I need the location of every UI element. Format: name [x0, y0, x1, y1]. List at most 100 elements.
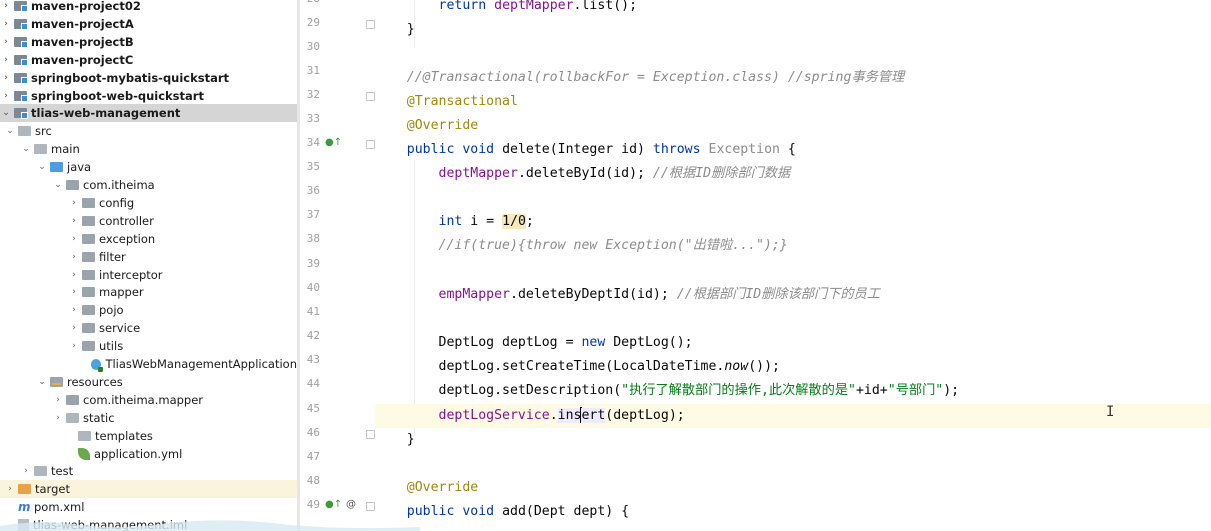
- chevron-down-icon[interactable]: ⌄: [0, 108, 12, 118]
- code-editor[interactable]: return deptMapper.list(); } //@Transacti…: [375, 0, 1211, 531]
- module-folder-icon: [14, 36, 28, 48]
- tree-item[interactable]: › maven-projectA: [0, 15, 297, 33]
- fold-start-icon[interactable]: [366, 140, 375, 149]
- tree-item-label: utils: [99, 339, 124, 354]
- tree-item[interactable]: › static: [0, 409, 297, 427]
- tree-item[interactable]: › interceptor: [0, 266, 297, 284]
- tree-item[interactable]: › maven-project02: [0, 0, 297, 15]
- tree-item[interactable]: › filter: [0, 248, 297, 266]
- spring-class-icon: [90, 358, 104, 372]
- chevron-right-icon[interactable]: ›: [68, 216, 80, 226]
- tree-item[interactable]: ⌄ resources: [0, 373, 297, 391]
- tree-item[interactable]: › springboot-mybatis-quickstart: [0, 69, 297, 87]
- annotation-marker-icon[interactable]: @: [346, 499, 356, 510]
- package-icon: [82, 197, 95, 208]
- chevron-down-icon[interactable]: ⌄: [52, 180, 64, 190]
- tree-item[interactable]: application.yml: [0, 445, 297, 463]
- chevron-right-icon[interactable]: ›: [68, 198, 80, 208]
- line-number: 33: [306, 112, 320, 125]
- tree-item[interactable]: › controller: [0, 212, 297, 230]
- tree-item-label: springboot-mybatis-quickstart: [31, 70, 230, 85]
- chevron-right-icon[interactable]: ›: [68, 252, 80, 262]
- mouse-ibeam-cursor-icon: I: [1106, 404, 1115, 420]
- project-tree-panel: › maven-project02 › maven-projectA › maven-pr…: [0, 0, 297, 531]
- tree-item[interactable]: ⌄ main: [0, 140, 297, 158]
- chevron-right-icon[interactable]: ›: [20, 466, 32, 476]
- chevron-right-icon[interactable]: ›: [52, 413, 64, 423]
- tree-item[interactable]: TliasWebManagementApplication: [0, 355, 297, 373]
- chevron-right-icon[interactable]: ›: [68, 305, 80, 315]
- override-marker-icon[interactable]: ●↑: [325, 137, 342, 148]
- chevron-right-icon[interactable]: ›: [0, 1, 12, 11]
- tree-item[interactable]: ⌄ tlias-web-management: [0, 104, 297, 123]
- tree-item-label: service: [99, 321, 141, 336]
- tree-item[interactable]: › pojo: [0, 301, 297, 319]
- override-marker-icon[interactable]: ●↑: [325, 499, 342, 510]
- editor-gutter: 28 29 30 31 32 33 34 35 36 37 38 39 40 41 42 43 44 45 46 47…: [300, 0, 375, 531]
- chevron-right-icon[interactable]: ›: [0, 19, 12, 29]
- line-number: 45: [306, 402, 320, 415]
- folder-icon: [18, 126, 31, 137]
- tree-item[interactable]: › test: [0, 462, 297, 480]
- tree-item[interactable]: templates: [0, 427, 297, 445]
- tree-item[interactable]: › mapper: [0, 283, 297, 301]
- line-number: 35: [306, 160, 320, 173]
- tree-item[interactable]: › springboot-web-quickstart: [0, 87, 297, 105]
- tree-item[interactable]: m pom.xml: [0, 498, 297, 516]
- tree-item[interactable]: ⌄ java: [0, 158, 297, 176]
- chevron-right-icon[interactable]: ›: [68, 323, 80, 333]
- code-line-38: //if(true){throw new Exception("出错啦...")…: [438, 238, 788, 253]
- tree-item[interactable]: › exception: [0, 230, 297, 248]
- chevron-down-icon[interactable]: ⌄: [36, 377, 48, 387]
- chevron-right-icon[interactable]: ›: [0, 91, 12, 101]
- chevron-right-icon[interactable]: ›: [68, 270, 80, 280]
- tree-item[interactable]: › com.itheima.mapper: [0, 391, 297, 409]
- chevron-right-icon[interactable]: ›: [52, 395, 64, 405]
- tree-item[interactable]: ⌄ com.itheima: [0, 176, 297, 194]
- line-number: 47: [306, 450, 320, 463]
- tree-item[interactable]: › service: [0, 319, 297, 337]
- package-icon: [82, 215, 95, 226]
- chevron-right-icon[interactable]: ›: [0, 37, 12, 47]
- fold-end-icon[interactable]: [366, 20, 375, 29]
- package-icon: [82, 287, 95, 298]
- tree-item-label: config: [99, 195, 135, 210]
- module-folder-icon: [14, 72, 28, 84]
- tree-item[interactable]: › maven-projectC: [0, 51, 297, 69]
- line-number: 46: [306, 426, 320, 439]
- chevron-down-icon[interactable]: ⌄: [36, 162, 48, 172]
- package-icon: [82, 305, 95, 316]
- folder-icon: [34, 466, 47, 477]
- line-number: 38: [306, 232, 320, 245]
- chevron-down-icon[interactable]: ⌄: [4, 126, 16, 136]
- tree-item[interactable]: › utils: [0, 337, 297, 355]
- tree-item[interactable]: › config: [0, 194, 297, 212]
- code-line-37: int i = 1/0;: [438, 214, 534, 229]
- fold-start-icon[interactable]: [366, 502, 375, 511]
- module-folder-icon: [14, 18, 28, 30]
- code-line-29: }: [406, 22, 415, 37]
- tree-item-label: com.itheima: [83, 178, 155, 192]
- tree-item[interactable]: › target: [0, 480, 297, 499]
- module-folder-icon: [14, 90, 28, 102]
- chevron-right-icon[interactable]: ›: [68, 234, 80, 244]
- chevron-right-icon[interactable]: ›: [0, 73, 12, 83]
- folder-icon: [78, 430, 91, 441]
- chevron-right-icon[interactable]: ›: [68, 341, 80, 351]
- chevron-down-icon[interactable]: ⌄: [20, 144, 32, 154]
- tree-item-label: tlias-web-management: [31, 106, 181, 121]
- package-icon: [82, 323, 95, 334]
- module-folder-icon: [14, 108, 28, 120]
- chevron-right-icon[interactable]: ›: [68, 287, 80, 297]
- package-icon: [66, 180, 79, 190]
- tree-item[interactable]: ⌄ src: [0, 122, 297, 140]
- line-number: 49: [306, 498, 320, 511]
- code-line-49: public void add(Dept dept) {: [406, 504, 630, 519]
- tree-item[interactable]: › maven-projectB: [0, 33, 297, 51]
- tree-item-label: maven-projectB: [31, 34, 134, 49]
- line-number: 32: [306, 88, 320, 101]
- fold-end-icon[interactable]: [366, 430, 375, 439]
- fold-start-icon[interactable]: [366, 92, 375, 101]
- chevron-right-icon[interactable]: ›: [4, 484, 16, 494]
- chevron-right-icon[interactable]: ›: [0, 55, 12, 65]
